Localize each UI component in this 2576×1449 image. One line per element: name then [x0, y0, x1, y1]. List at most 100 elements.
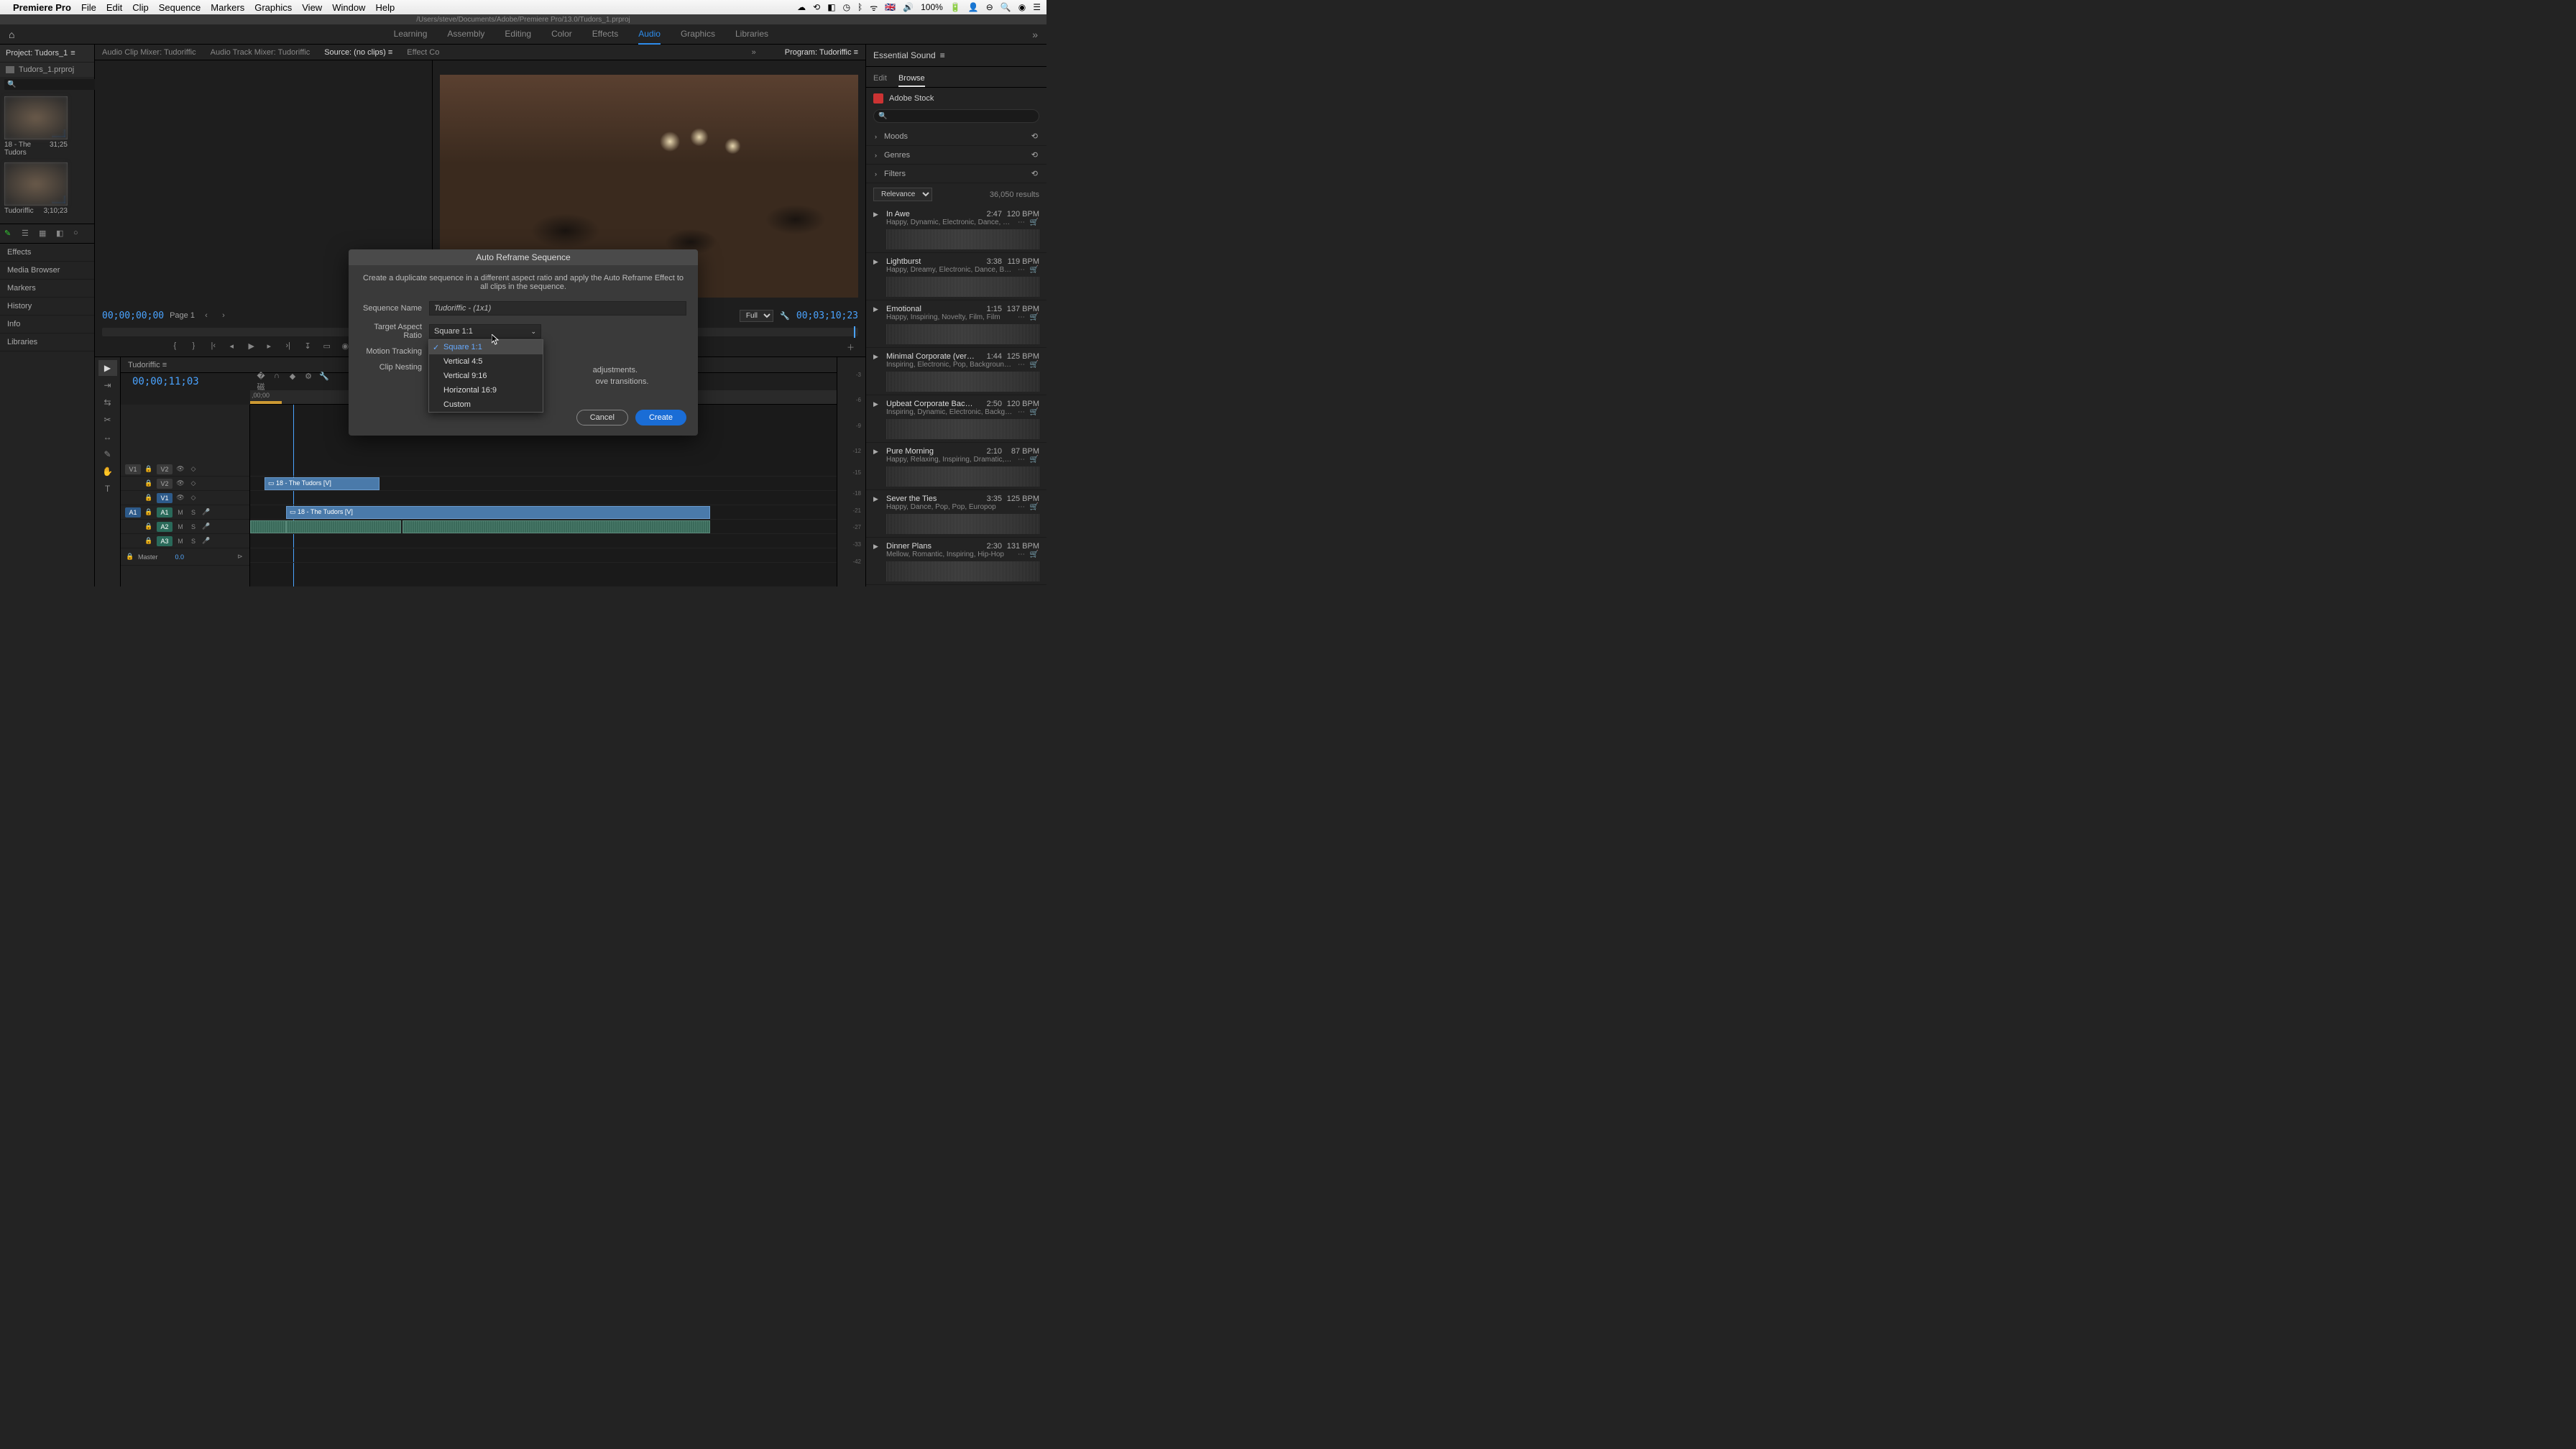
settings-icon[interactable]: ⚙ — [303, 372, 313, 392]
app-name[interactable]: Premiere Pro — [13, 2, 71, 13]
waveform[interactable] — [886, 277, 1039, 297]
sort-select[interactable]: Relevance — [873, 188, 932, 201]
sequence-name-input[interactable] — [429, 301, 686, 316]
menu-graphics[interactable]: Graphics — [254, 2, 292, 13]
refresh-icon[interactable]: ⟲ — [1031, 132, 1038, 141]
es-tab-browse[interactable]: Browse — [898, 71, 925, 87]
more-icon[interactable]: ⋯ — [1016, 313, 1026, 321]
track-select-tool-icon[interactable]: ⇥ — [98, 377, 117, 393]
workspace-graphics[interactable]: Graphics — [681, 24, 715, 45]
workspace-libraries[interactable]: Libraries — [735, 24, 768, 45]
siri-icon[interactable]: ◉ — [1018, 2, 1026, 12]
cancel-button[interactable]: Cancel — [576, 410, 628, 426]
aspect-option-45[interactable]: Vertical 4:5 — [429, 354, 543, 369]
mark-in-icon[interactable]: { — [174, 341, 185, 353]
stock-track-item[interactable]: ▶Sever the Ties3:35125 BPM Happy, Dance,… — [866, 490, 1046, 538]
more-icon[interactable]: ⋯ — [1016, 503, 1026, 511]
tabs-overflow-icon[interactable]: » — [752, 48, 756, 57]
battery-icon[interactable]: 🔋 — [950, 2, 961, 12]
type-tool-icon[interactable]: T — [98, 481, 117, 497]
bin-item[interactable]: ▭▭ 18 - The Tudors31;25 — [4, 96, 90, 158]
more-icon[interactable]: ⋯ — [1016, 266, 1026, 274]
waveform[interactable] — [886, 372, 1039, 392]
refresh-icon[interactable]: ⟲ — [1031, 169, 1038, 178]
waveform[interactable] — [886, 419, 1039, 439]
source-timecode[interactable]: 00;00;00;00 — [102, 310, 164, 321]
cart-icon[interactable]: 🛒 — [1029, 266, 1039, 274]
play-icon[interactable]: ▶ — [873, 258, 882, 266]
es-tab-edit[interactable]: Edit — [873, 71, 887, 87]
page-prev-icon[interactable]: ‹ — [201, 310, 212, 321]
stock-track-item[interactable]: ▶Dinner Plans2:30131 BPM Mellow, Romanti… — [866, 538, 1046, 585]
tab-program[interactable]: Program: Tudoriffic ≡ — [785, 48, 858, 57]
video-clip[interactable]: ▭ 18 - The Tudors [V] — [264, 477, 380, 490]
bin-item[interactable]: ▭▭ Tudoriffic3;10;23 — [4, 162, 90, 216]
adobe-stock-row[interactable]: Adobe Stock — [866, 88, 1046, 109]
aspect-option-custom[interactable]: Custom — [429, 397, 543, 412]
accordion-filters[interactable]: ›Filters⟲ — [866, 165, 1046, 183]
menu-help[interactable]: Help — [375, 2, 395, 13]
workspace-color[interactable]: Color — [551, 24, 572, 45]
program-timecode[interactable]: 00;03;10;23 — [796, 310, 858, 321]
refresh-icon[interactable]: ⟲ — [1031, 150, 1038, 160]
panel-media-browser[interactable]: Media Browser — [0, 262, 94, 280]
cart-icon[interactable]: 🛒 — [1029, 313, 1039, 321]
workspace-learning[interactable]: Learning — [394, 24, 428, 45]
video-clip[interactable]: ▭ 18 - The Tudors [V] — [286, 506, 710, 519]
play-icon[interactable]: ▶ — [873, 400, 882, 408]
timeline-tab[interactable]: Tudoriffic ≡ — [128, 361, 167, 369]
panel-effects[interactable]: Effects — [0, 244, 94, 262]
cart-icon[interactable]: 🛒 — [1029, 361, 1039, 369]
mark-out-icon[interactable]: } — [193, 341, 204, 353]
more-icon[interactable]: ⋯ — [1016, 551, 1026, 558]
cart-icon[interactable]: 🛒 — [1029, 551, 1039, 558]
waveform[interactable] — [886, 561, 1039, 581]
cart-icon[interactable]: 🛒 — [1029, 408, 1039, 416]
pen-tool-icon[interactable]: ✎ — [98, 446, 117, 462]
go-in-icon[interactable]: |‹ — [211, 341, 223, 353]
menu-edit[interactable]: Edit — [106, 2, 122, 13]
aspect-option-169[interactable]: Horizontal 16:9 — [429, 383, 543, 397]
panel-libraries[interactable]: Libraries — [0, 334, 94, 351]
aspect-ratio-select[interactable]: Square 1:1⌄ Square 1:1 Vertical 4:5 Vert… — [429, 324, 541, 339]
audio-clip[interactable] — [402, 520, 710, 533]
menu-window[interactable]: Window — [332, 2, 365, 13]
workspace-overflow-icon[interactable]: » — [1032, 29, 1038, 40]
linked-selection-icon[interactable]: ∩ — [272, 372, 282, 392]
stock-track-item[interactable]: ▶Lightburst3:38119 BPM Happy, Dreamy, El… — [866, 253, 1046, 300]
stock-track-item[interactable]: ▶In Awe2:47120 BPM Happy, Dynamic, Elect… — [866, 206, 1046, 253]
waveform[interactable] — [886, 466, 1039, 487]
slip-tool-icon[interactable]: ↔ — [98, 429, 117, 445]
status-icon[interactable]: ◧ — [827, 2, 835, 12]
stock-track-item[interactable]: ▶Upbeat Corporate Background Music2:5012… — [866, 395, 1046, 443]
step-fwd-icon[interactable]: ▸ — [267, 341, 279, 353]
clock-icon[interactable]: ◷ — [843, 2, 850, 12]
menu-sequence[interactable]: Sequence — [159, 2, 201, 13]
panel-info[interactable]: Info — [0, 316, 94, 334]
wifi-icon[interactable]: ᯤ — [870, 1, 878, 14]
wrench-icon[interactable]: 🔧 — [319, 372, 329, 392]
marker-icon[interactable]: ◆ — [288, 372, 298, 392]
waveform[interactable] — [886, 324, 1039, 344]
stock-track-item[interactable]: ▶Emotional1:15137 BPM Happy, Inspiring, … — [866, 300, 1046, 348]
accordion-genres[interactable]: ›Genres⟲ — [866, 146, 1046, 165]
wrench-icon[interactable]: 🔧 — [779, 310, 791, 321]
icon-view-icon[interactable]: ▦ — [39, 229, 49, 239]
project-panel-tab[interactable]: Project: Tudors_1≡ — [0, 45, 94, 63]
audio-clip[interactable] — [286, 520, 401, 533]
spotlight-icon[interactable]: 🔍 — [1000, 2, 1011, 12]
menu-clip[interactable]: Clip — [132, 2, 148, 13]
ripple-tool-icon[interactable]: ⇆ — [98, 395, 117, 410]
workspace-editing[interactable]: Editing — [505, 24, 531, 45]
workspace-effects[interactable]: Effects — [592, 24, 618, 45]
stock-track-item[interactable]: ▶Pure Morning2:1087 BPM Happy, Relaxing,… — [866, 443, 1046, 490]
add-button-icon[interactable]: ＋ — [847, 341, 858, 353]
insert-icon[interactable]: ↧ — [305, 341, 316, 353]
tab-effect-controls[interactable]: Effect Co — [407, 48, 439, 57]
play-icon[interactable]: ▶ — [873, 448, 882, 456]
more-icon[interactable]: ⋯ — [1016, 456, 1026, 464]
cart-icon[interactable]: 🛒 — [1029, 503, 1039, 511]
menu-view[interactable]: View — [302, 2, 322, 13]
razor-tool-icon[interactable]: ✂ — [98, 412, 117, 428]
timeline-timecode[interactable]: 00;00;11;03 — [121, 376, 250, 387]
